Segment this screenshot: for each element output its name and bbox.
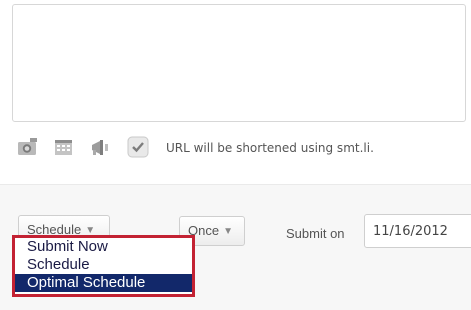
menu-item-optimal-schedule[interactable]: Optimal Schedule <box>15 274 192 292</box>
schedule-options-menu: Submit Now Schedule Optimal Schedule <box>12 235 195 297</box>
checkbox-icon[interactable] <box>126 135 150 159</box>
chevron-down-icon: ▼ <box>223 226 233 237</box>
message-textarea[interactable] <box>12 4 466 122</box>
calendar-icon[interactable] <box>52 135 76 159</box>
megaphone-icon[interactable] <box>88 135 112 159</box>
url-shortening-note: URL will be shortened using smt.li. <box>166 141 374 155</box>
menu-item-schedule[interactable]: Schedule <box>15 256 192 274</box>
camera-icon[interactable] <box>16 135 40 159</box>
submit-date-input[interactable] <box>364 214 471 248</box>
submit-on-label: Submit on <box>286 226 345 241</box>
menu-item-submit-now[interactable]: Submit Now <box>15 238 192 256</box>
